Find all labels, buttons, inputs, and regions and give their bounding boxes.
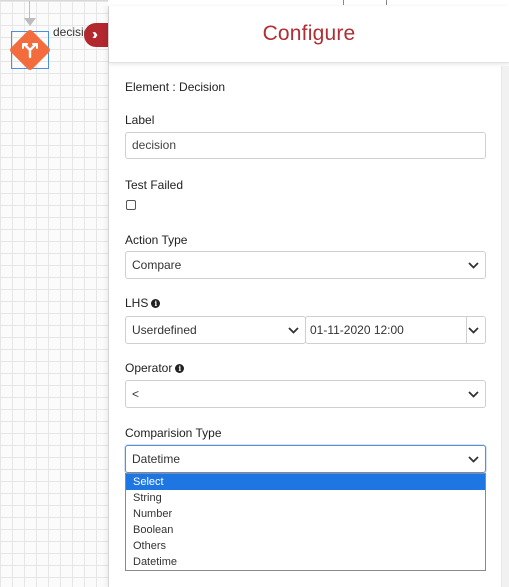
- action-type-value: Compare: [132, 258, 182, 272]
- label-field-title: Label: [125, 113, 155, 127]
- decision-split-icon: [22, 43, 38, 59]
- operator-value: <: [132, 387, 140, 401]
- info-icon[interactable]: i: [151, 299, 161, 308]
- lhs-type-select[interactable]: Userdefined: [125, 316, 306, 344]
- operator-select[interactable]: <: [125, 380, 486, 408]
- chevron-down-icon: [468, 446, 479, 472]
- panel-scrollbar[interactable]: [501, 66, 509, 587]
- chevron-down-icon: [288, 317, 299, 343]
- panel-title: Configure: [109, 6, 509, 63]
- double-chevron-right-icon: ››: [92, 26, 98, 43]
- node-label: decision: [53, 25, 85, 39]
- comparison-type-title: Comparision Type: [125, 426, 222, 440]
- operator-title-text: Operator: [125, 361, 173, 375]
- panel-body: Element : Decision Label decision Test F…: [109, 66, 501, 587]
- test-failed-title: Test Failed: [125, 178, 184, 192]
- test-failed-checkbox[interactable]: [126, 200, 136, 210]
- lhs-type-value: Userdefined: [132, 323, 197, 337]
- operator-title: Operator i: [125, 361, 185, 375]
- dropdown-option[interactable]: Others: [126, 538, 485, 554]
- connector-arrow-icon: [24, 18, 36, 26]
- element-type-label: Element : Decision: [125, 80, 226, 94]
- divider: [343, 0, 344, 5]
- comparison-type-value: Datetime: [132, 452, 181, 466]
- dropdown-option[interactable]: Select: [126, 474, 485, 490]
- lhs-title-text: LHS: [125, 296, 149, 310]
- comparison-type-options: Select String Number Boolean Others Date…: [125, 473, 486, 571]
- chevron-down-icon[interactable]: [468, 317, 479, 343]
- comparison-type-select[interactable]: Datetime: [125, 445, 486, 473]
- dropdown-option[interactable]: Number: [126, 506, 485, 522]
- lhs-datetime-input[interactable]: 01-11-2020 12:00: [305, 316, 486, 344]
- chevron-down-icon: [468, 252, 479, 278]
- configure-panel: Configure Element : Decision Label decis…: [108, 6, 509, 587]
- label-input[interactable]: decision: [125, 132, 486, 159]
- divider: [466, 317, 467, 343]
- dropdown-option[interactable]: Datetime: [126, 554, 485, 570]
- workflow-canvas[interactable]: decision: [0, 0, 108, 587]
- divider: [386, 0, 387, 5]
- lhs-title: LHS i: [125, 296, 161, 310]
- collapse-panel-button[interactable]: ››: [84, 23, 110, 47]
- action-type-title: Action Type: [125, 233, 188, 247]
- action-type-select[interactable]: Compare: [125, 251, 486, 279]
- connector-line: [29, 1, 30, 19]
- dropdown-option[interactable]: Boolean: [126, 522, 485, 538]
- chevron-down-icon: [468, 381, 479, 407]
- info-icon[interactable]: i: [175, 364, 185, 373]
- lhs-datetime-value: 01-11-2020 12:00: [310, 323, 404, 337]
- dropdown-option[interactable]: String: [126, 490, 485, 506]
